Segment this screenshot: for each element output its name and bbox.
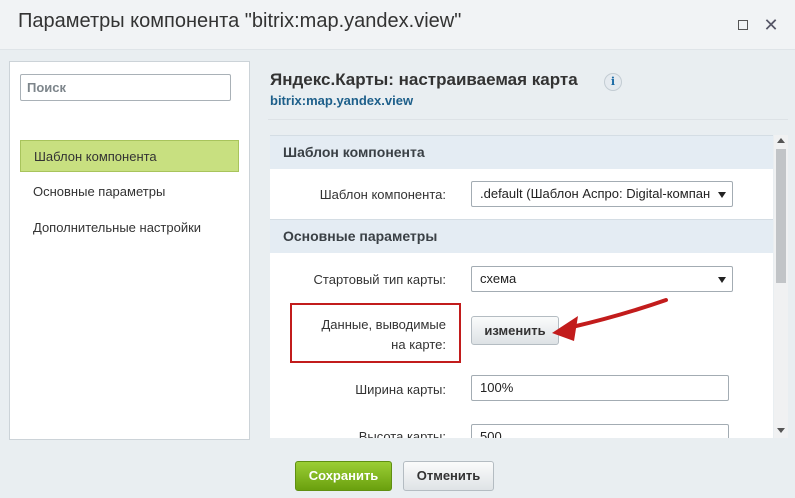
section-header-template[interactable]: Шаблон компонента bbox=[270, 135, 773, 169]
map-height-label: Высота карты: bbox=[358, 429, 446, 438]
change-map-data-button[interactable]: изменить bbox=[471, 316, 559, 345]
component-code: bitrix:map.yandex.view bbox=[270, 93, 414, 108]
close-icon[interactable]: ✕ bbox=[762, 16, 780, 34]
sidebar-item-additional-settings[interactable]: Дополнительные настройки bbox=[20, 212, 239, 244]
dialog-title: Параметры компонента "bitrix:map.yandex.… bbox=[18, 10, 462, 32]
component-title: Яндекс.Карты: настраиваемая карта bbox=[270, 70, 578, 89]
info-icon[interactable]: i bbox=[604, 73, 622, 91]
sidebar-item-main-params[interactable]: Основные параметры bbox=[20, 176, 239, 208]
params-scroll-area[interactable]: Шаблон компонента Шаблон компонента: .de… bbox=[270, 135, 773, 438]
component-params-dialog: Параметры компонента "bitrix:map.yandex.… bbox=[0, 0, 795, 498]
main-panel: Яндекс.Карты: настраиваемая карта i bitr… bbox=[258, 61, 788, 440]
map-type-select-value: схема bbox=[480, 271, 517, 286]
map-type-select[interactable]: схема bbox=[471, 266, 733, 292]
annotation-highlight-box bbox=[290, 303, 461, 363]
search-input[interactable] bbox=[20, 74, 231, 101]
save-button[interactable]: Сохранить bbox=[295, 461, 392, 491]
dialog-titlebar[interactable]: Параметры компонента "bitrix:map.yandex.… bbox=[0, 0, 795, 50]
map-width-input[interactable]: 100% bbox=[471, 375, 729, 401]
template-label: Шаблон компонента: bbox=[319, 187, 446, 202]
scroll-down-arrow-icon[interactable] bbox=[777, 428, 785, 433]
scroll-thumb[interactable] bbox=[776, 149, 786, 283]
cancel-button[interactable]: Отменить bbox=[403, 461, 494, 491]
dialog-footer: Сохранить Отменить bbox=[0, 450, 795, 498]
params-scrollbar[interactable] bbox=[774, 135, 788, 438]
sidebar-item-template[interactable]: Шаблон компонента bbox=[20, 140, 239, 172]
map-width-label: Ширина карты: bbox=[355, 382, 446, 397]
map-type-label: Стартовый тип карты: bbox=[313, 272, 446, 287]
scroll-up-arrow-icon[interactable] bbox=[777, 138, 785, 143]
template-select-value: .default (Шаблон Аспро: Digital-компан bbox=[480, 186, 710, 201]
header-divider bbox=[268, 119, 788, 120]
map-height-input[interactable]: 500 bbox=[471, 424, 729, 438]
maximize-icon[interactable] bbox=[734, 16, 752, 34]
sidebar: Шаблон компонента Основные параметры Доп… bbox=[9, 61, 250, 440]
template-select[interactable]: .default (Шаблон Аспро: Digital-компан bbox=[471, 181, 733, 207]
section-header-main-params[interactable]: Основные параметры bbox=[270, 219, 773, 253]
